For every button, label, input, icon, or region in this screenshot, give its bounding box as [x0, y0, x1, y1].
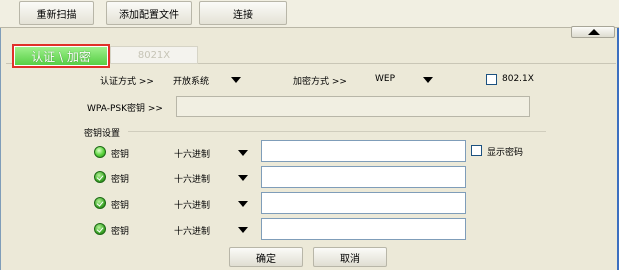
auth-mode-select[interactable]: 开放系统 [173, 74, 209, 87]
collapse-button[interactable] [571, 26, 615, 38]
key2-label: 密钥 [111, 175, 130, 185]
toolbar: 重新扫描 添加配置文件 连接 [0, 0, 619, 28]
key1-input[interactable] [261, 140, 466, 162]
cancel-button[interactable]: 取消 [313, 247, 387, 267]
wpa-psk-input[interactable] [176, 96, 530, 117]
rescan-button[interactable]: 重新扫描 [19, 1, 94, 25]
check-icon [96, 225, 104, 233]
tab-auth-encrypt[interactable]: 认证 \ 加密 [12, 44, 110, 68]
encrypt-dropdown-icon[interactable] [423, 77, 433, 83]
dot1x-checkbox[interactable] [486, 74, 497, 85]
key3-format-dropdown-icon[interactable] [238, 201, 248, 207]
ok-button[interactable]: 确定 [229, 247, 303, 267]
tab-8021x[interactable]: 8021X [110, 46, 198, 64]
key4-label: 密钥 [111, 227, 130, 237]
key3-input[interactable] [261, 192, 466, 214]
connect-button[interactable]: 连接 [199, 1, 287, 25]
key3-label: 密钥 [111, 201, 130, 211]
key3-format-select[interactable]: 十六进制 [174, 198, 210, 211]
key-settings-divider [128, 131, 546, 132]
dot1x-label: 802.1X [502, 74, 534, 84]
tab-auth-encrypt-label: 认证 \ 加密 [15, 47, 107, 65]
key2-format-dropdown-icon[interactable] [238, 175, 248, 181]
encrypt-select[interactable]: WEP [375, 74, 395, 84]
auth-mode-label: 认证方式 >> [100, 77, 154, 87]
show-password-label: 显示密码 [487, 148, 524, 158]
add-profile-button[interactable]: 添加配置文件 [106, 1, 192, 25]
auth-mode-dropdown-icon[interactable] [231, 77, 241, 83]
triangle-up-icon [588, 29, 600, 35]
key4-input[interactable] [261, 218, 466, 240]
key2-radio[interactable] [94, 171, 106, 183]
key1-format-dropdown-icon[interactable] [238, 150, 248, 156]
key2-format-select[interactable]: 十六进制 [174, 172, 210, 185]
show-password-checkbox[interactable] [471, 145, 482, 156]
check-icon [96, 199, 104, 207]
key4-format-select[interactable]: 十六进制 [174, 224, 210, 237]
encrypt-label: 加密方式 >> [293, 77, 347, 87]
key-settings-label: 密钥设置 [84, 129, 121, 139]
key1-format-select[interactable]: 十六进制 [174, 147, 210, 160]
key4-radio[interactable] [94, 223, 106, 235]
key1-label: 密钥 [111, 150, 130, 160]
wpa-psk-label: WPA-PSK密钥 >> [87, 104, 163, 114]
key2-input[interactable] [261, 166, 466, 188]
key1-radio[interactable] [94, 146, 106, 158]
check-icon [96, 173, 104, 181]
key4-format-dropdown-icon[interactable] [238, 227, 248, 233]
key3-radio[interactable] [94, 197, 106, 209]
